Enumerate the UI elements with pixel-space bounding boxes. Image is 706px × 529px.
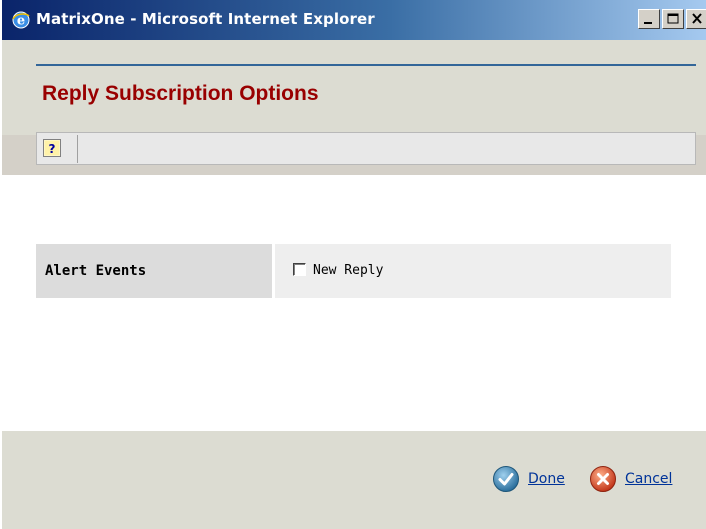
- cancel-link[interactable]: Cancel: [625, 471, 672, 487]
- alert-events-label-cell: Alert Events: [36, 244, 272, 298]
- page-title: Reply Subscription Options: [42, 82, 319, 105]
- toolbar: ?: [36, 132, 696, 165]
- alert-events-label: Alert Events: [45, 263, 147, 279]
- toolbar-separator: [77, 135, 78, 163]
- help-icon[interactable]: ?: [43, 139, 61, 157]
- done-action[interactable]: Done: [492, 466, 565, 492]
- svg-text:e: e: [17, 14, 25, 29]
- header-divider: [36, 64, 696, 66]
- browser-window: e MatrixOne - Microsoft Internet Explore…: [0, 0, 706, 529]
- alert-events-value-cell: New Reply: [275, 244, 671, 298]
- maximize-button[interactable]: [662, 9, 684, 29]
- title-bar[interactable]: e MatrixOne - Microsoft Internet Explore…: [2, 0, 706, 40]
- footer-actions: Done Cancel: [2, 431, 706, 529]
- form-area: Alert Events New Reply: [2, 175, 706, 431]
- checkmark-icon[interactable]: [492, 465, 520, 493]
- new-reply-checkbox[interactable]: [293, 263, 306, 276]
- minimize-button[interactable]: [638, 9, 660, 29]
- page-header: Reply Subscription Options: [2, 40, 706, 135]
- cancel-action[interactable]: Cancel: [589, 466, 672, 492]
- done-link[interactable]: Done: [528, 471, 565, 487]
- cancel-icon[interactable]: [589, 465, 617, 493]
- internet-explorer-icon: e: [12, 11, 30, 29]
- window-title: MatrixOne - Microsoft Internet Explorer: [36, 10, 375, 28]
- close-button[interactable]: [686, 9, 706, 29]
- svg-text:?: ?: [49, 142, 56, 156]
- new-reply-label[interactable]: New Reply: [313, 263, 383, 278]
